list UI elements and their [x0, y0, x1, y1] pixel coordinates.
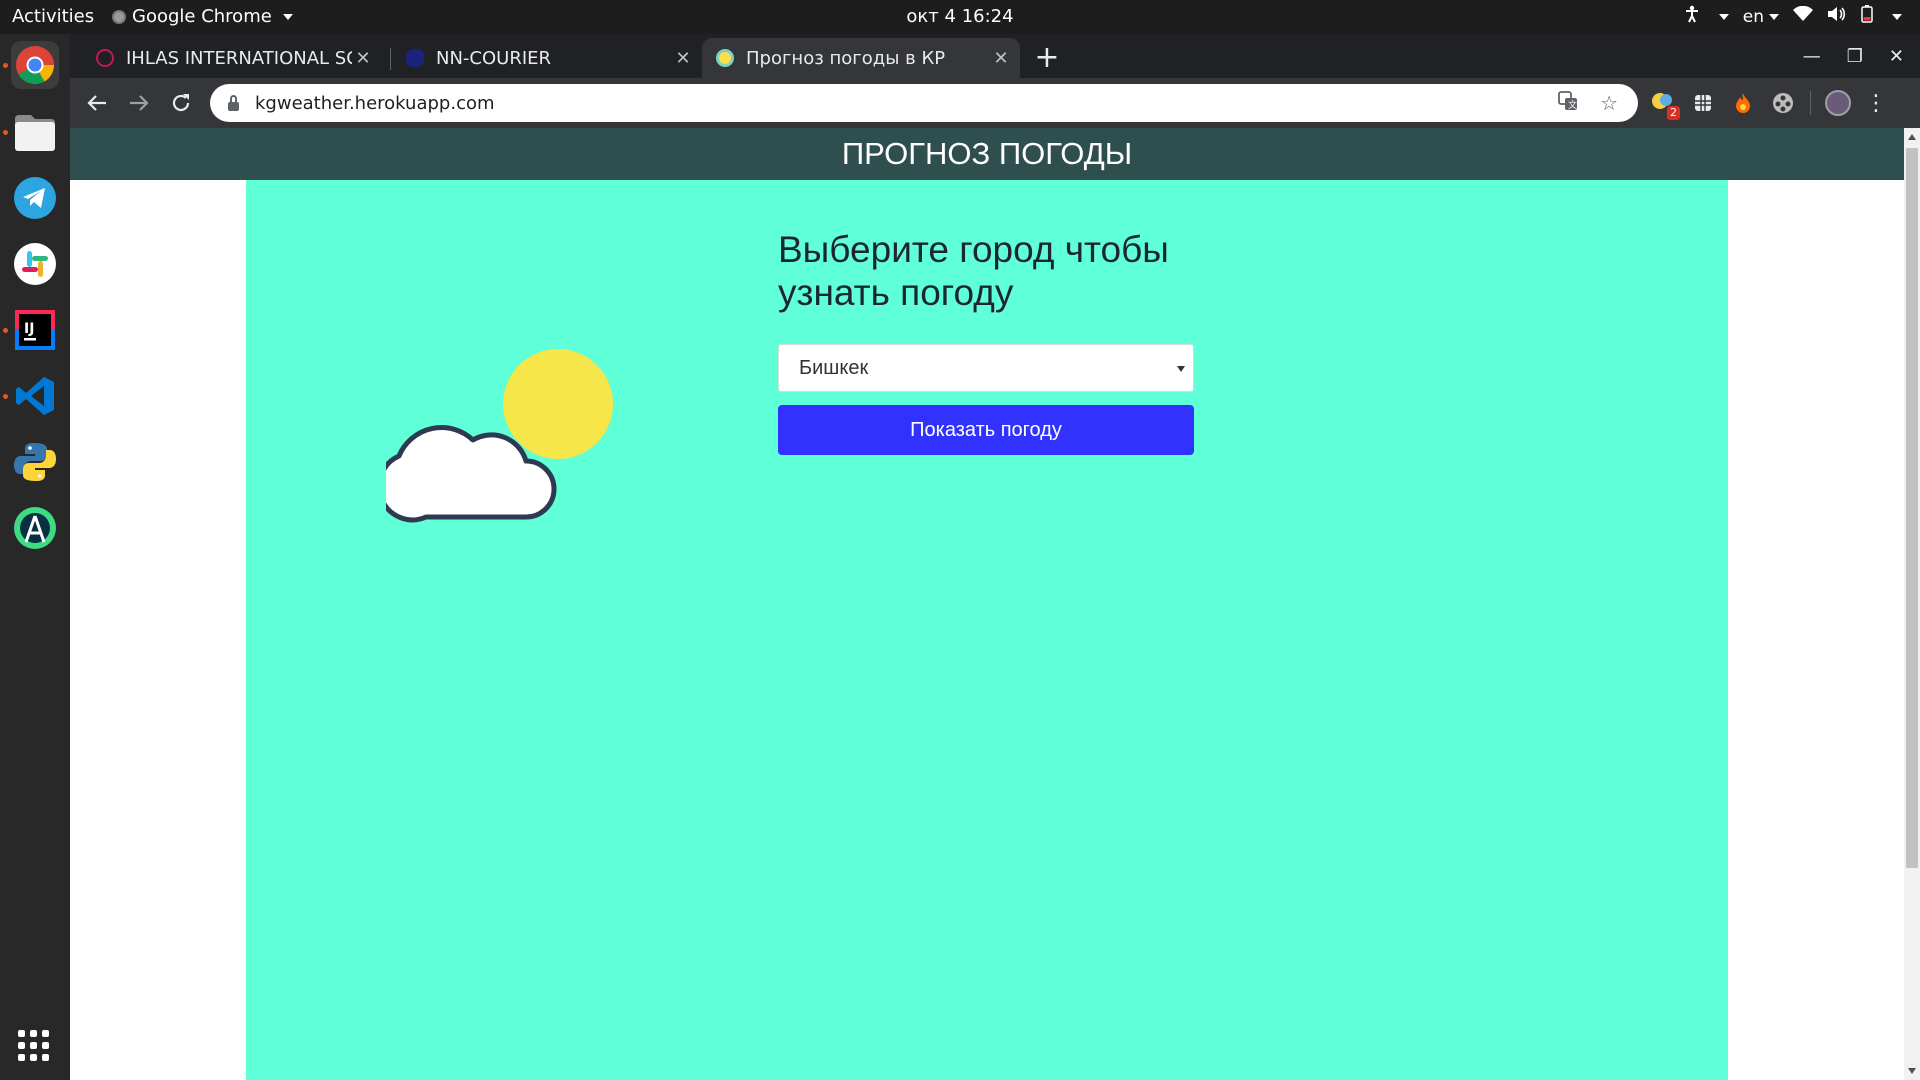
- system-top-bar: Activities Google Chrome окт 4 16:24 en: [0, 0, 1920, 34]
- scroll-up-arrow-icon[interactable]: [1908, 134, 1916, 140]
- dock: IJ: [0, 34, 70, 1080]
- android-studio-icon: [14, 507, 56, 549]
- restore-icon[interactable]: ❐: [1847, 46, 1863, 67]
- url-text[interactable]: kgweather.herokuapp.com: [255, 93, 1558, 114]
- folder-icon: [15, 115, 55, 151]
- tab-title: Прогноз погоды в КР: [746, 47, 946, 69]
- chrome-app-icon: [112, 9, 126, 24]
- running-indicator: [3, 328, 8, 333]
- reload-button[interactable]: [164, 86, 198, 120]
- python-icon: [14, 443, 56, 481]
- tab-title: IHLAS INTERNATIONAL SCHOOL: [126, 47, 352, 69]
- tab-strip: IHLAS INTERNATIONAL SCHOOL ✕ NN-COURIER …: [70, 34, 1920, 78]
- dock-intellij[interactable]: IJ: [11, 306, 59, 354]
- telegram-icon: [14, 177, 56, 219]
- svg-text:文: 文: [1568, 99, 1577, 111]
- app-menu[interactable]: Google Chrome: [112, 6, 293, 27]
- dropdown-arrow-icon: [1177, 366, 1185, 372]
- lock-icon[interactable]: [228, 94, 239, 111]
- intellij-icon: IJ: [15, 310, 55, 350]
- chevron-down-icon[interactable]: [1718, 13, 1729, 20]
- language-indicator[interactable]: en: [1743, 7, 1779, 27]
- browser-toolbar: kgweather.herokuapp.com 文 ☆ 2 ⋮: [70, 78, 1920, 128]
- running-indicator: [3, 394, 8, 399]
- extension-fire-icon[interactable]: [1730, 90, 1756, 116]
- page-scrollbar[interactable]: [1904, 128, 1920, 1080]
- city-select[interactable]: Бишкек: [778, 344, 1194, 392]
- svg-text:IJ: IJ: [24, 321, 34, 337]
- main-panel: Выберите город чтобы узнать погоду Бишке…: [246, 180, 1728, 1080]
- running-indicator: [3, 63, 8, 68]
- page-viewport: ПРОГНОЗ ПОГОДЫ Выберите город чтобы узна…: [70, 128, 1920, 1080]
- kebab-menu-icon[interactable]: ⋮: [1865, 91, 1887, 116]
- page-heading: Выберите город чтобы узнать погоду: [778, 229, 1169, 313]
- accessibility-icon[interactable]: [1684, 5, 1700, 28]
- address-bar[interactable]: kgweather.herokuapp.com 文 ☆: [210, 84, 1638, 122]
- dock-telegram[interactable]: [11, 174, 59, 222]
- slack-icon: [14, 243, 56, 285]
- vscode-icon: [16, 377, 54, 415]
- chevron-down-icon: [282, 13, 293, 20]
- system-tray[interactable]: en: [1684, 5, 1902, 28]
- chevron-down-icon[interactable]: [1892, 13, 1902, 20]
- tab-title: NN-COURIER: [436, 47, 552, 69]
- close-icon[interactable]: ✕: [352, 48, 374, 69]
- tab-ihlas[interactable]: IHLAS INTERNATIONAL SCHOOL ✕: [82, 38, 382, 78]
- minimize-icon[interactable]: —: [1803, 46, 1821, 67]
- show-weather-button[interactable]: Показать погоду: [778, 405, 1194, 455]
- tab-favicon: [716, 49, 734, 67]
- dock-android-studio[interactable]: [11, 504, 59, 552]
- dock-slack[interactable]: [11, 240, 59, 288]
- new-tab-button[interactable]: +: [1030, 42, 1064, 76]
- window-controls: — ❐ ✕: [1803, 34, 1920, 78]
- show-applications-icon[interactable]: [18, 1030, 49, 1061]
- activities-button[interactable]: Activities: [12, 6, 94, 27]
- running-indicator: [3, 130, 8, 135]
- tab-favicon: [406, 49, 424, 67]
- city-select-value: Бишкек: [799, 357, 869, 379]
- tab-divider: [390, 48, 391, 70]
- volume-icon[interactable]: [1827, 6, 1847, 27]
- extension-bulb-icon[interactable]: 2: [1650, 90, 1680, 120]
- translate-icon[interactable]: 文: [1558, 90, 1578, 116]
- extensions-area: 2 ⋮: [1650, 78, 1887, 128]
- dock-python[interactable]: [11, 438, 59, 486]
- close-icon[interactable]: ✕: [990, 48, 1012, 69]
- bookmark-star-icon[interactable]: ☆: [1600, 91, 1618, 116]
- arrow-left-icon: [87, 95, 106, 111]
- dock-vscode[interactable]: [11, 372, 59, 420]
- extension-film-icon[interactable]: [1770, 90, 1796, 116]
- tab-weather[interactable]: Прогноз погоды в КР ✕: [702, 38, 1020, 78]
- scroll-down-arrow-icon[interactable]: [1908, 1068, 1916, 1074]
- reload-icon: [172, 94, 190, 112]
- weather-illustration: [386, 349, 613, 523]
- close-icon[interactable]: ✕: [672, 48, 694, 69]
- site-header: ПРОГНОЗ ПОГОДЫ: [70, 128, 1904, 180]
- dock-files[interactable]: [11, 108, 59, 156]
- chrome-icon: [16, 46, 55, 85]
- arrow-right-icon: [130, 95, 149, 111]
- dock-chrome[interactable]: [11, 41, 59, 89]
- forward-button[interactable]: [122, 86, 156, 120]
- tab-nn-courier[interactable]: NN-COURIER ✕: [392, 38, 702, 78]
- sun-icon: [503, 349, 613, 459]
- close-window-icon[interactable]: ✕: [1889, 46, 1904, 67]
- scrollbar-thumb[interactable]: [1906, 148, 1918, 868]
- profile-avatar[interactable]: [1825, 90, 1851, 116]
- wifi-icon[interactable]: [1793, 5, 1813, 27]
- battery-icon[interactable]: [1861, 5, 1873, 28]
- extension-grid-icon[interactable]: [1690, 90, 1716, 116]
- toolbar-divider: [1810, 91, 1811, 115]
- tab-favicon: [96, 49, 114, 67]
- extension-badge: 2: [1667, 106, 1680, 120]
- app-menu-label: Google Chrome: [132, 6, 272, 27]
- back-button[interactable]: [80, 86, 114, 120]
